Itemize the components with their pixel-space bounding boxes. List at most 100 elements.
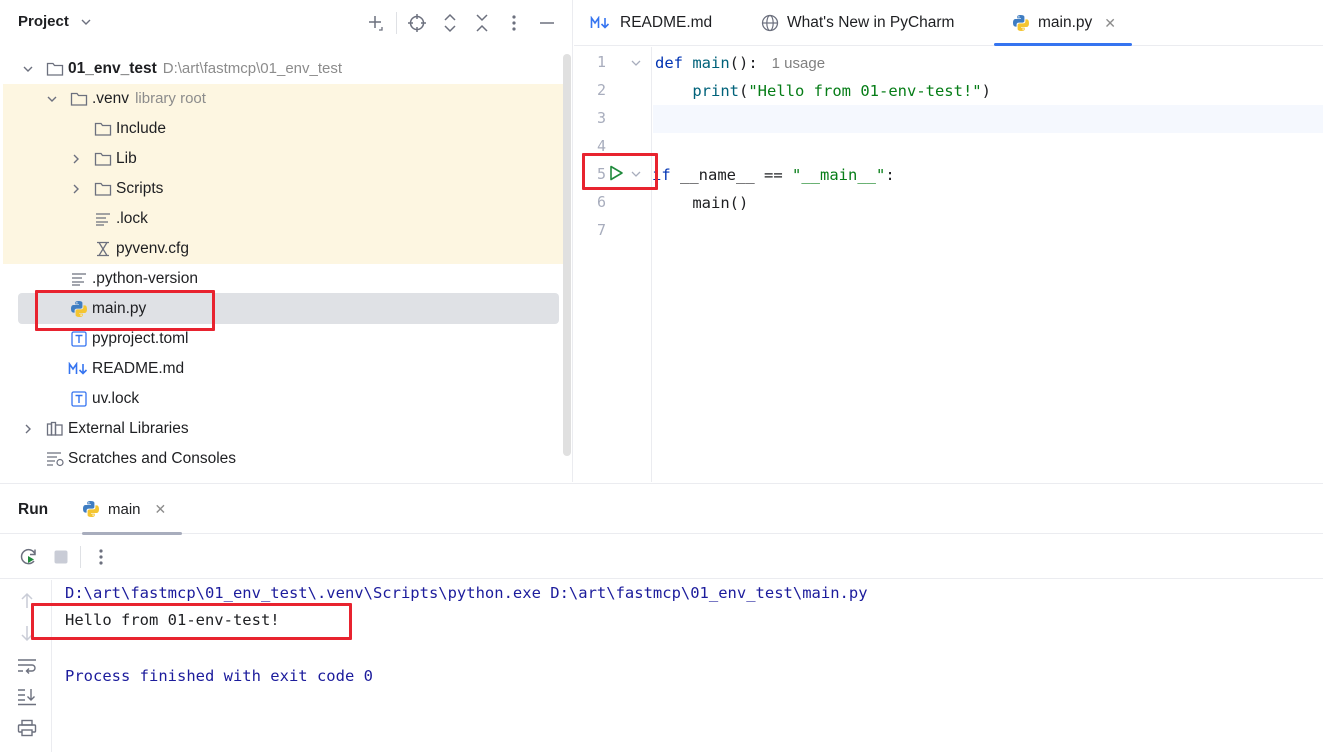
print-icon[interactable] [16,717,38,739]
tree-item-scripts[interactable]: Scripts [0,174,566,204]
tree-item-scratches[interactable]: Scratches and Consoles [0,444,566,474]
chevron-down-icon[interactable] [45,92,59,106]
console-output[interactable]: D:\art\fastmcp\01_env_test\.venv\Scripts… [52,580,1323,752]
run-header: Run main ✕ [0,484,1323,535]
console-command-line: D:\art\fastmcp\01_env_test\.venv\Scripts… [65,584,868,602]
chevron-right-icon[interactable] [21,422,35,436]
tree-item-uv-lock[interactable]: uv.lock [0,384,566,414]
console-exit-message: Process finished with exit code 0 [65,667,373,685]
toolbar-separator [80,546,81,568]
folder-icon [94,120,112,138]
minimize-icon[interactable] [536,12,558,34]
close-icon[interactable]: ✕ [1104,15,1116,32]
code-area[interactable]: def main(): 1 usage print("Hello from 01-… [652,47,1323,482]
chevron-down-icon[interactable] [80,16,92,28]
library-icon [46,420,64,438]
fold-icon[interactable] [630,57,642,69]
tree-item-label: .lock [116,210,148,227]
project-header: Project [0,0,573,46]
editor-gutter: 1 2 3 4 5 6 7 [574,47,652,482]
more-options-icon[interactable] [90,546,112,568]
tree-item-pyvenv-cfg[interactable]: pyvenv.cfg [0,234,566,264]
python-icon [82,500,100,518]
config-file-icon [94,240,112,258]
line-number: 5 [596,165,606,183]
tree-item-lock[interactable]: .lock [0,204,566,234]
tree-item-readme[interactable]: README.md [0,354,566,384]
new-file-icon[interactable] [365,12,387,34]
locate-icon[interactable] [406,12,428,34]
toml-file-icon [70,330,88,348]
chevron-down-icon[interactable] [630,168,642,180]
editor-tab-bar: README.md What's New in PyCharm main.py … [574,0,1323,46]
tree-item-pyproject-toml[interactable]: pyproject.toml [0,324,566,354]
folder-icon [46,60,64,78]
folder-icon [94,150,112,168]
folder-icon [94,180,112,198]
soft-wrap-icon[interactable] [16,655,38,677]
markdown-icon [590,14,612,32]
tree-item-label: pyproject.toml [92,330,189,347]
python-icon [1012,14,1030,32]
arrow-up-icon[interactable] [16,590,38,612]
chevron-down-icon[interactable] [21,62,35,76]
more-options-icon[interactable] [503,12,525,34]
globe-icon [761,14,779,32]
tree-item-venv[interactable]: .venv library root [0,84,566,114]
text-file-icon [70,270,88,288]
code-line-3-current [653,105,1323,133]
tab-label: README.md [620,14,713,31]
tree-item-label: Include [116,120,166,137]
run-side-toolbar [0,580,52,752]
code-line-5: if __name__ == "__main__": [652,166,895,184]
python-icon [70,300,88,318]
tree-item-project-root[interactable]: 01_env_test D:\art\fastmcp\01_env_test [0,54,566,84]
tree-item-label: 01_env_test D:\art\fastmcp\01_env_test [68,60,343,77]
close-icon[interactable]: ✕ [155,501,167,518]
line-number: 3 [596,109,606,127]
tab-main-py[interactable]: main.py ✕ [994,0,1132,46]
tree-item-lib[interactable]: Lib [0,144,566,174]
collapse-all-icon[interactable] [471,12,493,34]
tree-item-python-version[interactable]: .python-version [0,264,566,294]
run-toolbar [0,535,1323,579]
toml-file-icon [70,390,88,408]
tab-whats-new[interactable]: What's New in PyCharm [761,0,954,46]
tree-item-label: README.md [92,360,185,377]
tree-item-main-py[interactable]: main.py [0,294,566,324]
tab-label: What's New in PyCharm [787,14,955,31]
run-tab-main[interactable]: main ✕ [82,484,182,535]
tree-item-label: External Libraries [68,420,189,437]
tree-item-label: uv.lock [92,390,140,407]
markdown-icon [67,360,91,378]
tree-item-label: Lib [116,150,137,167]
toolbar-separator [396,12,397,34]
line-number: 4 [596,137,606,155]
scratches-icon [46,450,64,468]
run-icon[interactable] [607,164,625,182]
tab-readme[interactable]: README.md [590,0,712,46]
chevron-right-icon[interactable] [69,182,83,196]
tree-item-label: .venv library root [92,90,206,107]
chevron-right-icon[interactable] [69,152,83,166]
expand-all-icon[interactable] [439,12,461,34]
code-line-2: print("Hello from 01-env-test!") [692,82,991,100]
code-line-1: def main(): 1 usage [655,54,826,72]
project-title[interactable]: Project [18,13,69,30]
line-number: 6 [596,193,606,211]
scroll-to-end-icon[interactable] [16,686,38,708]
tab-label: main.py [1038,14,1093,31]
arrow-down-icon[interactable] [16,622,38,644]
tree-item-external-libraries[interactable]: External Libraries [0,414,566,444]
tree-item-label: pyvenv.cfg [116,240,189,257]
line-number: 1 [596,53,606,71]
editor-area: README.md What's New in PyCharm main.py … [574,0,1323,482]
console-hello-output: Hello from 01-env-test! [65,611,280,629]
tree-item-include[interactable]: Include [0,114,566,144]
rerun-icon[interactable] [18,546,40,568]
stop-icon[interactable] [50,546,72,568]
line-number: 7 [596,221,606,239]
line-number: 2 [596,81,606,99]
usage-hint[interactable]: 1 usage [772,55,825,72]
